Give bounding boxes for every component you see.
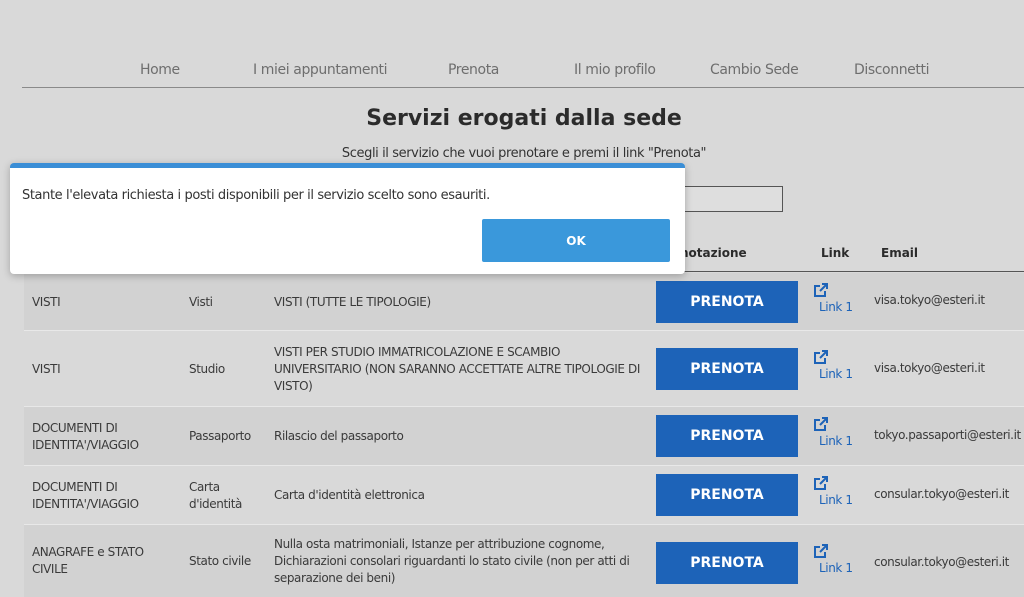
cell-servizio: Carta d'identità xyxy=(189,479,242,511)
cell-descrizione: Rilascio del passaporto xyxy=(274,429,404,443)
page-title: Servizi erogati dalla sede xyxy=(366,106,682,131)
link-1[interactable]: Link 1 xyxy=(812,350,853,384)
header-email: Email xyxy=(881,246,919,260)
prenota-button[interactable]: PRENOTA xyxy=(656,474,798,516)
page: Home I miei appuntamenti Prenota Il mio … xyxy=(0,0,1024,597)
link-1[interactable]: Link 1 xyxy=(812,544,853,578)
cell-tipologia: DOCUMENTI DI IDENTITA'/VIAGGIO xyxy=(32,420,139,452)
table-row: VISTI Visti VISTI (TUTTE LE TIPOLOGIE) P… xyxy=(24,273,1024,331)
link-1[interactable]: Link 1 xyxy=(812,417,853,451)
table-row: VISTI Studio VISTI PER STUDIO IMMATRICOL… xyxy=(24,331,1024,407)
cell-email: consular.tokyo@esteri.it xyxy=(874,555,1009,569)
header-link: Link xyxy=(821,246,850,260)
cell-email: tokyo.passaporti@esteri.it xyxy=(874,428,1021,442)
external-link-icon xyxy=(814,544,828,558)
prenota-button[interactable]: PRENOTA xyxy=(656,542,798,584)
cell-tipologia: DOCUMENTI DI IDENTITA'/VIAGGIO xyxy=(32,479,139,511)
prenota-button[interactable]: PRENOTA xyxy=(656,348,798,390)
header-prenotazione: notazione xyxy=(680,246,747,260)
cell-descrizione: Carta d'identità elettronica xyxy=(274,488,425,502)
link-label: Link 1 xyxy=(819,493,853,507)
external-link-icon xyxy=(814,350,828,364)
cell-email: visa.tokyo@esteri.it xyxy=(874,293,985,307)
link-1[interactable]: Link 1 xyxy=(812,476,853,510)
cell-email: visa.tokyo@esteri.it xyxy=(874,361,985,375)
nav-logout[interactable]: Disconnetti xyxy=(854,62,929,78)
cell-tipologia: VISTI xyxy=(32,361,61,376)
nav-change-office[interactable]: Cambio Sede xyxy=(710,62,799,78)
main-nav: Home I miei appuntamenti Prenota Il mio … xyxy=(22,60,1024,88)
nav-book[interactable]: Prenota xyxy=(448,62,499,78)
cell-tipologia: ANAGRAFE e STATO CIVILE xyxy=(32,545,144,576)
cell-descrizione: VISTI (TUTTE LE TIPOLOGIE) xyxy=(274,294,431,309)
cell-servizio: Passaporto xyxy=(189,429,251,443)
table-row: DOCUMENTI DI IDENTITA'/VIAGGIO Passaport… xyxy=(24,407,1024,466)
external-link-icon xyxy=(814,283,828,297)
external-link-icon xyxy=(814,417,828,431)
cell-tipologia: VISTI xyxy=(32,294,61,309)
link-label: Link 1 xyxy=(819,561,853,575)
alert-message: Stante l'elevata richiesta i posti dispo… xyxy=(22,188,490,203)
link-label: Link 1 xyxy=(819,434,853,448)
nav-my-profile[interactable]: Il mio profilo xyxy=(574,62,656,78)
external-link-icon xyxy=(814,476,828,490)
link-label: Link 1 xyxy=(819,300,853,314)
page-subtitle: Scegli il servizio che vuoi prenotare e … xyxy=(341,146,707,161)
ok-button[interactable]: OK xyxy=(482,219,670,262)
table-row: DOCUMENTI DI IDENTITA'/VIAGGIO Carta d'i… xyxy=(24,466,1024,525)
cell-servizio: Visti xyxy=(189,294,213,309)
cell-servizio: Stato civile xyxy=(189,553,251,568)
cell-servizio: Studio xyxy=(189,361,225,376)
link-1[interactable]: Link 1 xyxy=(812,283,853,317)
prenota-button[interactable]: PRENOTA xyxy=(656,281,798,323)
cell-descrizione: Nulla osta matrimoniali, Istanze per att… xyxy=(274,536,630,585)
nav-my-appointments[interactable]: I miei appuntamenti xyxy=(253,62,388,78)
prenota-button[interactable]: PRENOTA xyxy=(656,415,798,457)
table-row: ANAGRAFE e STATO CIVILE Stato civile Nul… xyxy=(24,525,1024,597)
nav-home[interactable]: Home xyxy=(140,62,180,78)
cell-descrizione: VISTI PER STUDIO IMMATRICOLAZIONE E SCAM… xyxy=(274,344,640,393)
link-label: Link 1 xyxy=(819,367,853,381)
alert-dialog: Stante l'elevata richiesta i posti dispo… xyxy=(10,163,685,274)
cell-email: consular.tokyo@esteri.it xyxy=(874,487,1009,501)
